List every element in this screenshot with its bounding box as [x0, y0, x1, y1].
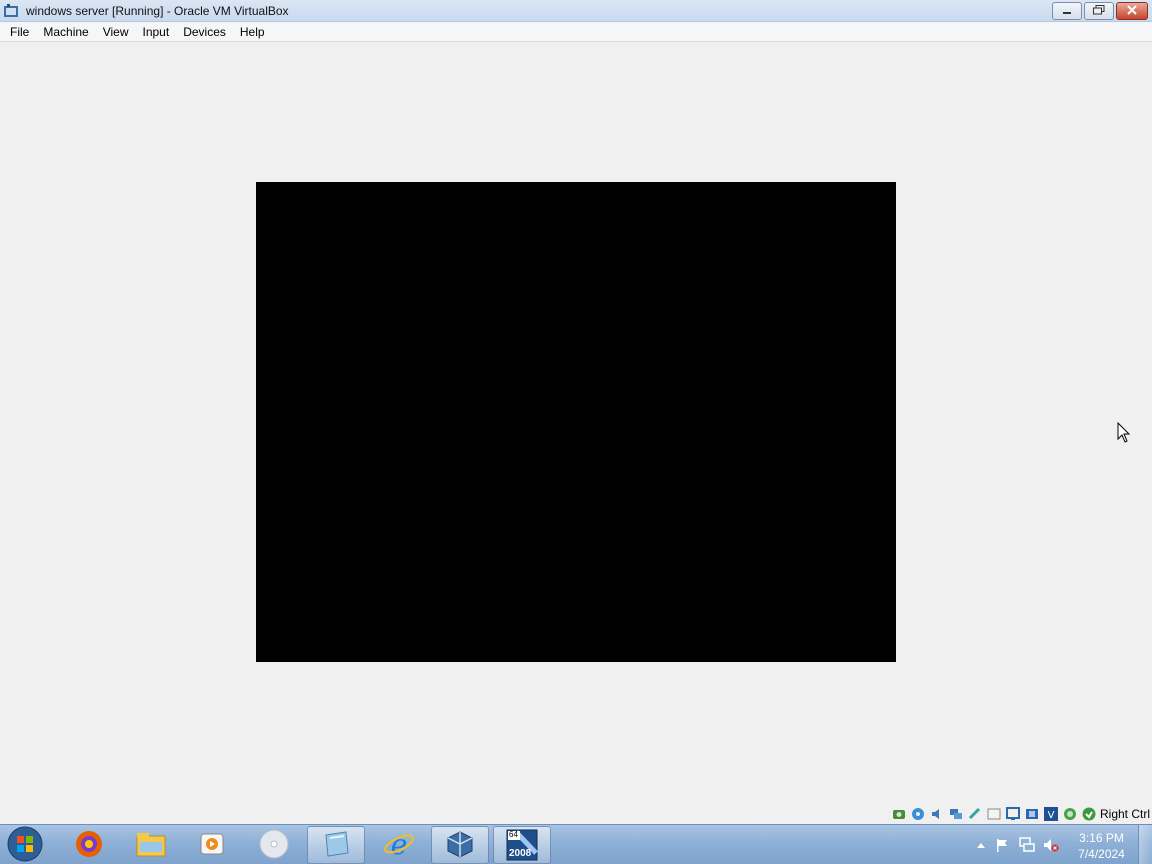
shared-folders-icon[interactable]: [986, 806, 1002, 822]
video-capture-icon[interactable]: [1024, 806, 1040, 822]
virtualbox-icon: [3, 3, 19, 19]
restore-button[interactable]: [1084, 2, 1114, 20]
firefox-icon: [74, 829, 104, 862]
taskbar-notepad[interactable]: [307, 826, 365, 864]
virtualization-icon[interactable]: V: [1043, 806, 1059, 822]
taskbar-internet-explorer[interactable]: e: [370, 826, 428, 864]
start-button[interactable]: [5, 826, 45, 864]
hard-disk-icon[interactable]: [891, 806, 907, 822]
taskbar-file-explorer[interactable]: [122, 826, 180, 864]
menu-help[interactable]: Help: [233, 22, 272, 42]
svg-text:V: V: [1048, 810, 1055, 821]
mouse-pointer-icon: [1117, 421, 1131, 444]
disc-icon: [258, 828, 290, 863]
menu-input[interactable]: Input: [136, 22, 177, 42]
close-icon: [1126, 4, 1138, 18]
minimize-icon: [1062, 4, 1072, 18]
audio-icon[interactable]: [929, 806, 945, 822]
internet-explorer-icon: e: [383, 828, 415, 863]
show-hidden-icons-icon[interactable]: [973, 837, 989, 853]
keyboard-capture-icon[interactable]: [1081, 806, 1097, 822]
taskbar-windows-server-2008[interactable]: 64 2008: [493, 826, 551, 864]
network-tray-icon[interactable]: [1019, 837, 1035, 853]
menu-machine[interactable]: Machine: [36, 22, 95, 42]
host-key-label: Right Ctrl: [1099, 807, 1150, 821]
optical-drive-icon[interactable]: [910, 806, 926, 822]
notepad-icon: [320, 829, 352, 862]
taskbar: e 64 2008 3:16 PM 7/4/2024: [0, 824, 1152, 864]
minimize-button[interactable]: [1052, 2, 1082, 20]
clock-time: 3:16 PM: [1079, 831, 1124, 845]
svg-text:e: e: [391, 828, 408, 860]
vm-display-area[interactable]: [0, 42, 1152, 804]
status-bar: V Right Ctrl: [0, 804, 1152, 824]
windows-start-icon: [7, 826, 43, 864]
menu-view[interactable]: View: [96, 22, 136, 42]
vm-screen[interactable]: [256, 182, 896, 662]
folder-icon: [135, 830, 167, 861]
clock-date: 7/4/2024: [1078, 847, 1125, 861]
taskbar-firefox[interactable]: [60, 826, 118, 864]
volume-muted-icon[interactable]: [1043, 837, 1059, 853]
system-clock[interactable]: 3:16 PM 7/4/2024: [1064, 830, 1139, 862]
menu-devices[interactable]: Devices: [176, 22, 233, 42]
mouse-integration-icon[interactable]: [1062, 806, 1078, 822]
media-player-icon: [197, 829, 227, 862]
action-center-flag-icon[interactable]: [994, 837, 1010, 853]
taskbar-virtualbox[interactable]: [431, 826, 489, 864]
menu-bar: File Machine View Input Devices Help: [0, 22, 1152, 42]
server-2008-icon: 64 2008: [506, 829, 538, 861]
title-bar[interactable]: windows server [Running] - Oracle VM Vir…: [0, 0, 1152, 22]
window-title: windows server [Running] - Oracle VM Vir…: [26, 4, 289, 18]
virtualbox-icon: [445, 829, 475, 862]
taskbar-media-player[interactable]: [183, 826, 241, 864]
taskbar-disc-burner[interactable]: [245, 826, 303, 864]
network-icon[interactable]: [948, 806, 964, 822]
usb-icon[interactable]: [967, 806, 983, 822]
server-badge-2008: 2008: [509, 848, 532, 859]
server-badge-64: 64: [509, 830, 518, 839]
display-icon[interactable]: [1005, 806, 1021, 822]
restore-icon: [1093, 4, 1105, 18]
show-desktop-button[interactable]: [1138, 825, 1152, 864]
close-button[interactable]: [1116, 2, 1148, 20]
menu-file[interactable]: File: [3, 22, 36, 42]
